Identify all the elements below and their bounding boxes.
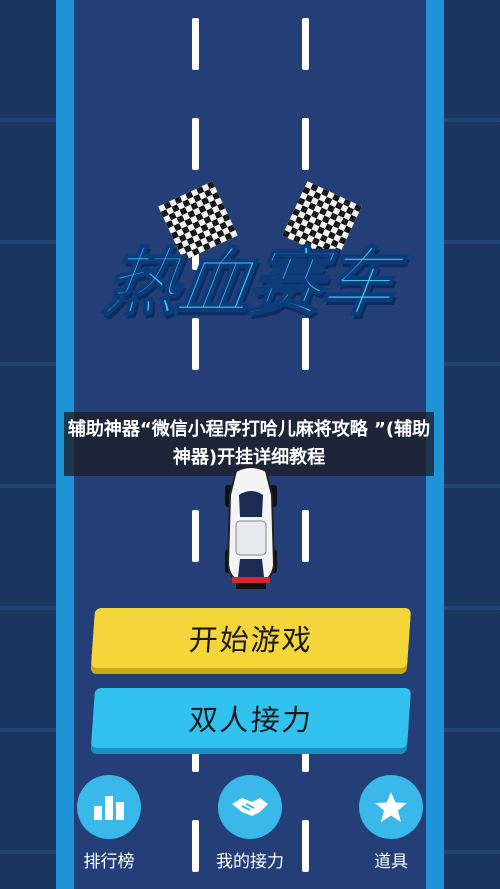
nav-leaderboard-label: 排行榜 <box>83 852 135 872</box>
game-screen: 热血赛车 辅助神器“微信小程序打哈儿麻将攻略 ”(辅助神器)开挂详细教程 开始游… <box>0 0 500 889</box>
leaderboard-icon <box>77 775 141 839</box>
nav-my-relay[interactable]: 我的接力 <box>210 775 290 872</box>
right-shoulder <box>444 0 500 889</box>
start-game-button[interactable]: 开始游戏 <box>90 608 412 668</box>
nav-items-label: 道具 <box>374 852 408 872</box>
left-shoulder <box>0 0 56 889</box>
game-logo: 热血赛车 <box>60 181 440 335</box>
nav-my-relay-label: 我的接力 <box>216 852 284 872</box>
star-icon <box>359 775 423 839</box>
nav-leaderboard[interactable]: 排行榜 <box>69 775 149 872</box>
handshake-icon <box>218 775 282 839</box>
nav-items[interactable]: 道具 <box>351 775 431 872</box>
two-player-relay-button[interactable]: 双人接力 <box>90 688 412 748</box>
race-car-icon <box>225 466 277 589</box>
game-title: 热血赛车 <box>98 239 400 327</box>
